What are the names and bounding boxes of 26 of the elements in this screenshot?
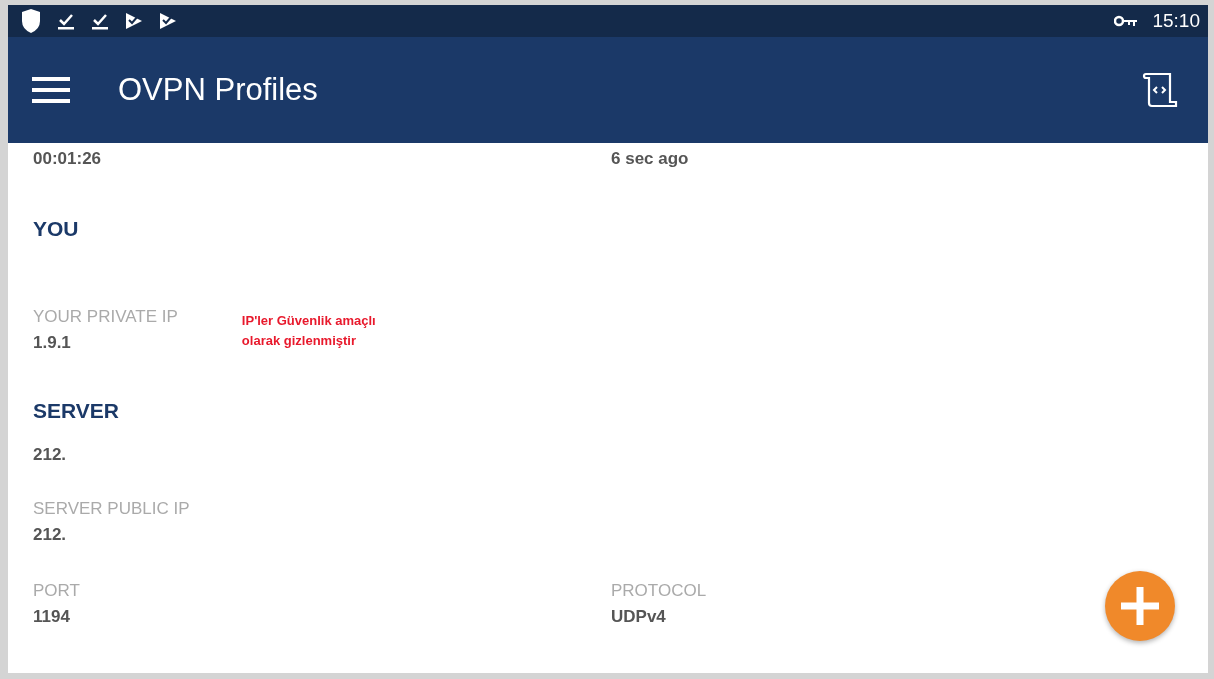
app-title: OVPN Profiles: [118, 72, 318, 108]
section-heading: YOU: [33, 217, 80, 241]
public-ip-value: 212.: [33, 525, 68, 545]
field-label: PROTOCOL: [611, 581, 708, 601]
menu-icon: [32, 77, 70, 103]
field-value: 1194: [33, 607, 71, 627]
add-button[interactable]: [1105, 571, 1175, 641]
private-ip-value: 1.9.1: [33, 333, 72, 353]
server-host-value: 212.: [33, 445, 68, 465]
field-label: PORT: [33, 581, 81, 601]
duration-value: 00:01:26: [33, 149, 103, 169]
field-label: SERVER PUBLIC IP: [33, 499, 191, 519]
menu-button[interactable]: [32, 77, 70, 103]
import-profile-button[interactable]: [1140, 70, 1180, 110]
status-time: 15:10: [1152, 10, 1200, 32]
field-value: UDPv4: [611, 607, 667, 627]
shield-icon: [20, 9, 42, 33]
check-flag-icon: [158, 11, 178, 31]
key-icon: [1114, 15, 1139, 27]
code-scroll-icon: [1140, 70, 1180, 110]
check-flag-icon: [124, 11, 144, 31]
last-packet-value: 6 sec ago: [611, 149, 690, 169]
field-label: YOUR PRIVATE IP: [33, 307, 178, 327]
annotation-note: IP'ler Güvenlik amaçlı olarak gizlenmiştir: [241, 312, 377, 350]
section-heading: SERVER: [33, 399, 120, 423]
plus-icon: [1121, 587, 1159, 625]
